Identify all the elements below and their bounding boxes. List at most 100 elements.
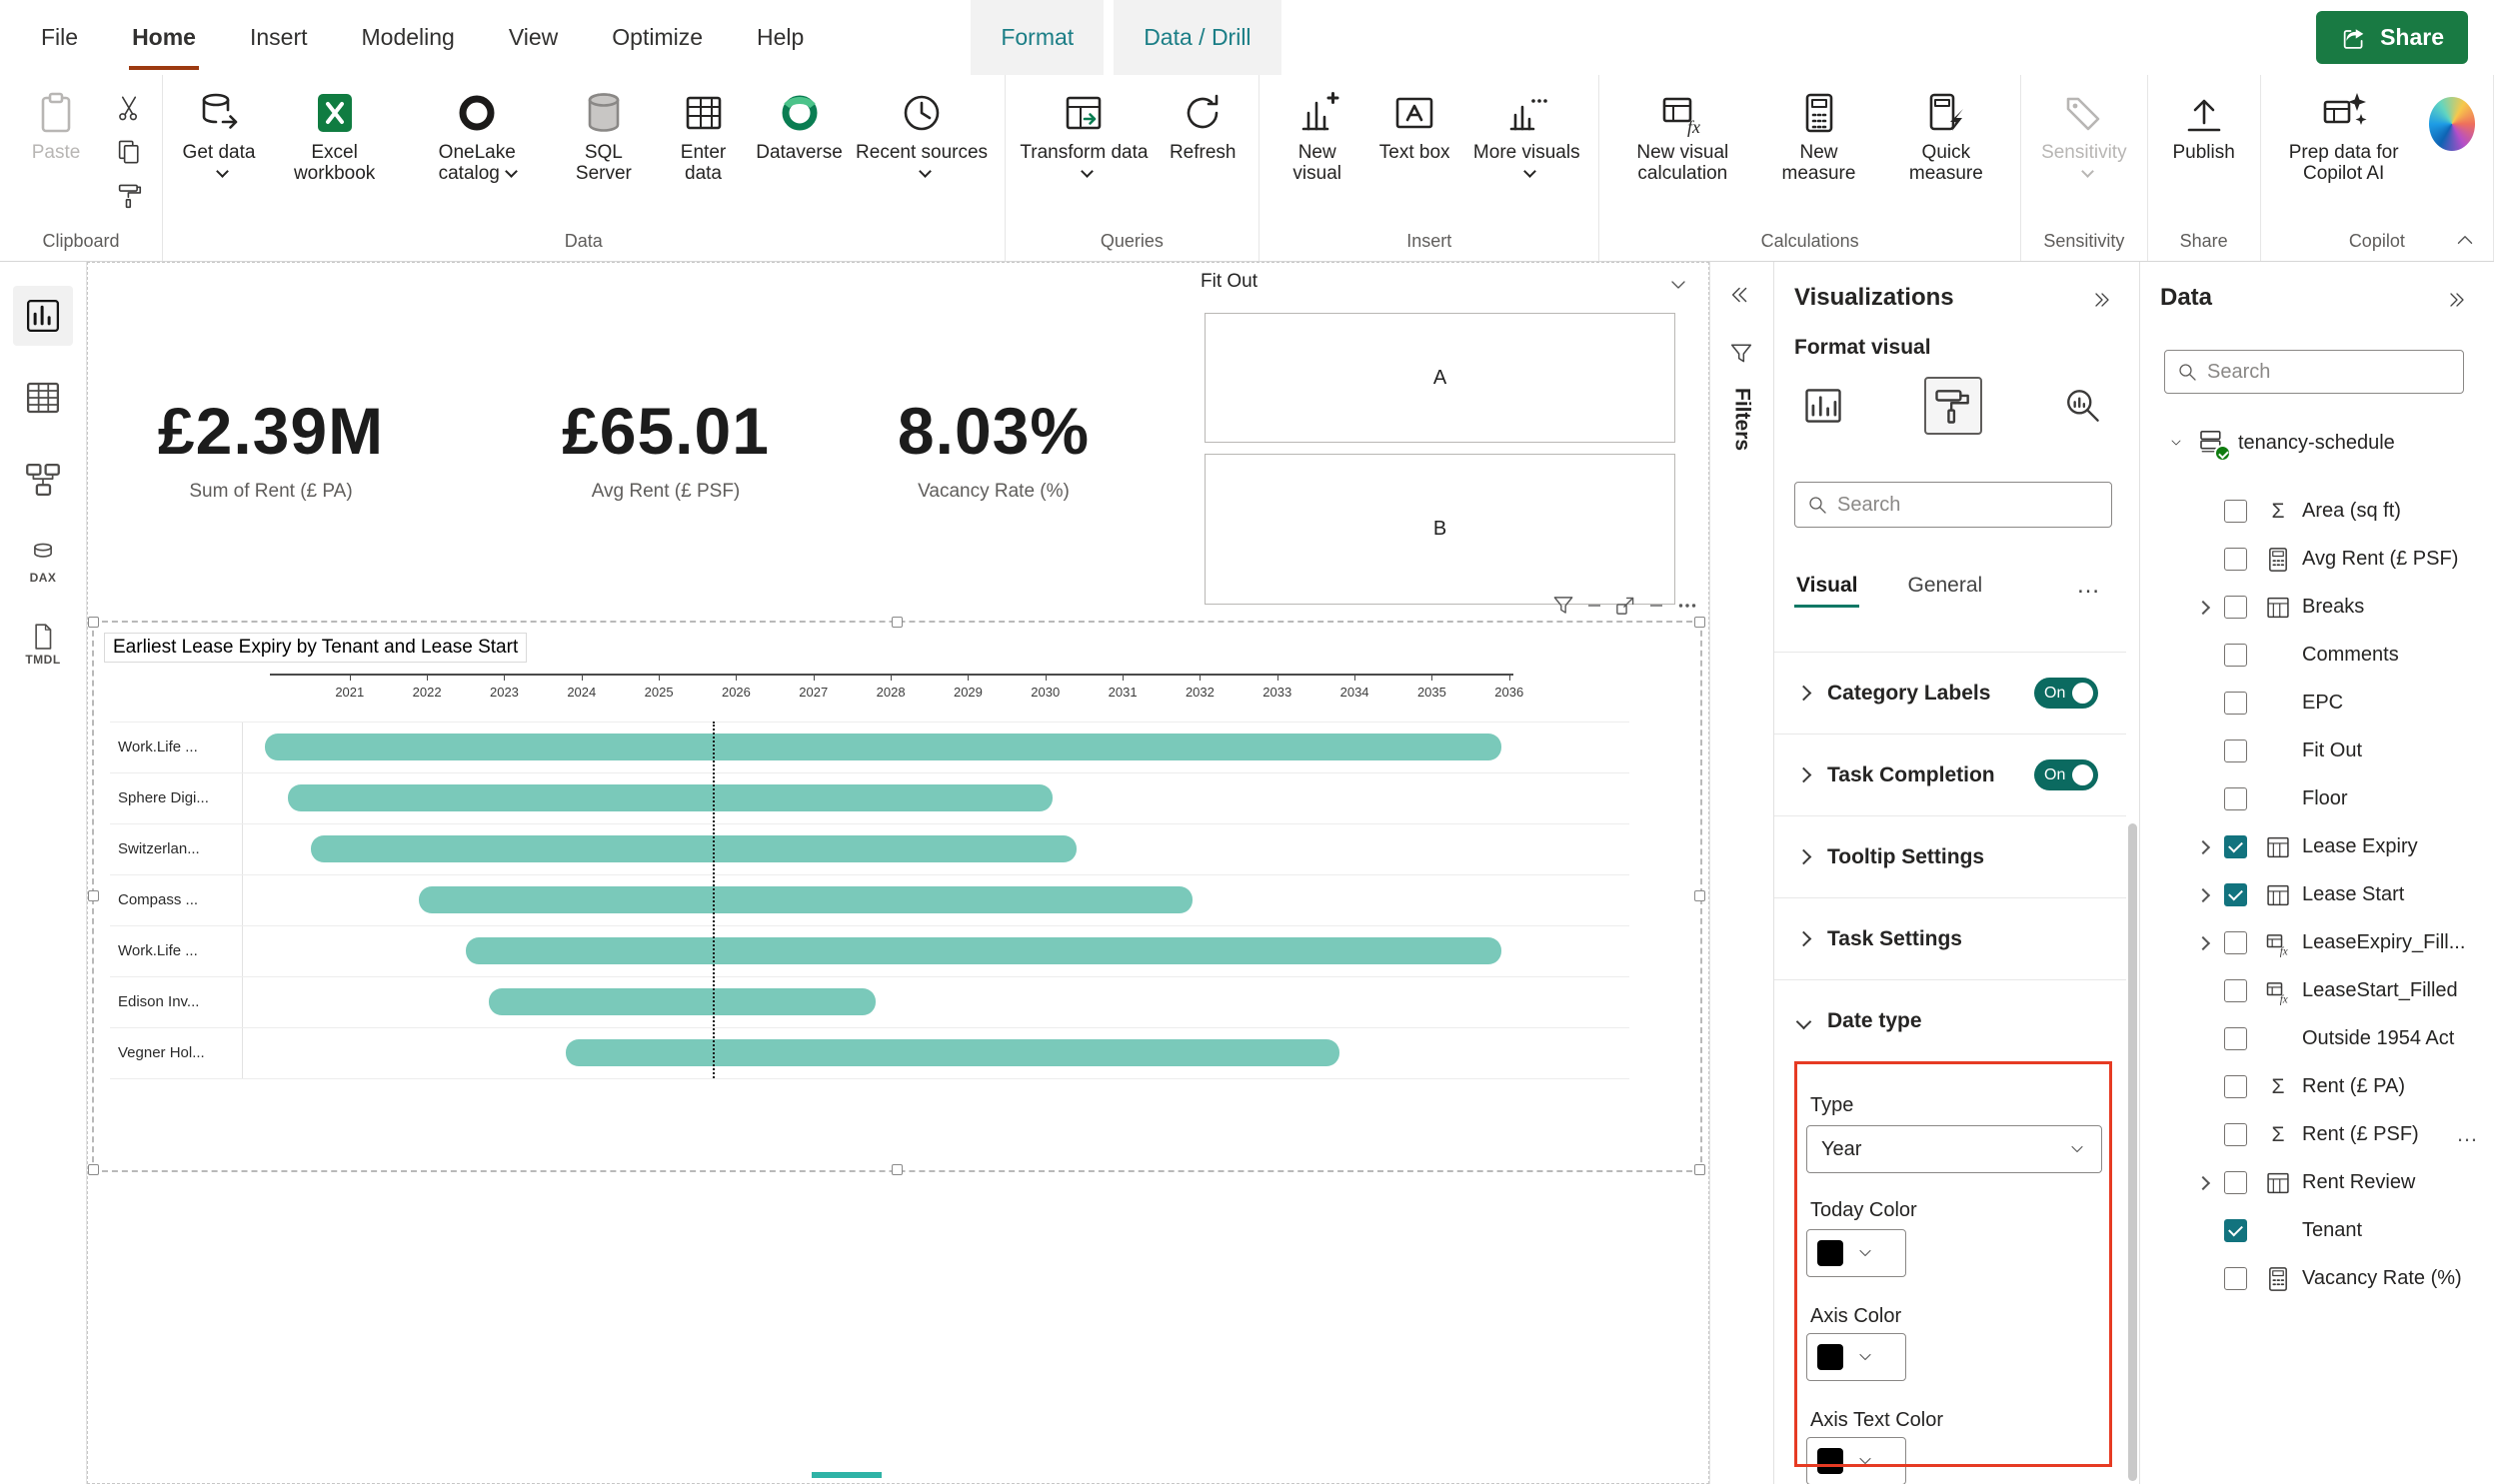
gantt-bar[interactable]	[566, 1039, 1338, 1066]
chevron-right-icon[interactable]	[2196, 888, 2210, 902]
chevron-right-icon[interactable]	[2196, 1176, 2210, 1190]
gantt-visual[interactable]: Earliest Lease Expiry by Tenant and Leas…	[92, 621, 1702, 1172]
field-checkbox[interactable]	[2224, 1219, 2247, 1242]
format-section-tooltip-settings[interactable]: Tooltip Settings	[1774, 816, 2126, 898]
field-row-vacancy-rate[interactable]: Vacancy Rate (%)	[2140, 1255, 2494, 1303]
resize-handle[interactable]	[1694, 617, 1705, 628]
date-type-dropdown[interactable]: Year	[1806, 1125, 2102, 1173]
collapse-ribbon-icon[interactable]	[2452, 227, 2478, 253]
axis-text-color-swatch[interactable]	[1806, 1437, 1906, 1484]
field-row-breaks[interactable]: Breaks	[2140, 584, 2494, 632]
gantt-bar[interactable]	[489, 988, 876, 1015]
toggle-category-labels[interactable]: On	[2034, 678, 2098, 709]
field-checkbox[interactable]	[2224, 740, 2247, 762]
new-visual-button[interactable]: New visual	[1267, 79, 1366, 189]
axis-color-swatch[interactable]	[1806, 1333, 1906, 1381]
toggle-task-completion[interactable]: On	[2034, 759, 2098, 790]
menu-tab-optimize[interactable]: Optimize	[585, 0, 730, 75]
focus-mode-icon[interactable]	[1612, 593, 1638, 619]
resize-handle[interactable]	[88, 1164, 99, 1175]
field-checkbox[interactable]	[2224, 979, 2247, 1002]
chevron-right-icon[interactable]	[2196, 840, 2210, 854]
format-section-date-type[interactable]: Date type	[1774, 980, 2126, 1062]
field-row-leaseexpiry-fill[interactable]: fxLeaseExpiry_Fill...	[2140, 919, 2494, 967]
format-section-task-completion[interactable]: Task CompletionOn	[1774, 735, 2126, 816]
fit-out-item-b[interactable]: B	[1205, 454, 1675, 605]
field-checkbox[interactable]	[2224, 787, 2247, 810]
format-search-box[interactable]	[1794, 482, 2112, 528]
quick-measure-button[interactable]: Quick measure	[1880, 79, 2012, 189]
view-tmdl-view[interactable]: TMDL	[13, 614, 73, 674]
view-dax-query-view[interactable]: DAX	[13, 532, 73, 592]
tab-general[interactable]: General	[1905, 570, 1984, 602]
chevron-down-icon[interactable]	[2168, 435, 2184, 451]
resize-handle[interactable]	[892, 617, 903, 628]
resize-handle[interactable]	[1694, 1164, 1705, 1175]
more-visuals-button[interactable]: More visuals	[1462, 79, 1590, 189]
resize-handle[interactable]	[892, 1164, 903, 1175]
page-indicator[interactable]	[812, 1472, 882, 1478]
table-tenancy-schedule[interactable]: tenancy-schedule	[2140, 420, 2494, 466]
kpi-card-sum-of-rent-pa[interactable]: £2.39MSum of Rent (£ PA)	[158, 393, 384, 503]
resize-handle[interactable]	[88, 617, 99, 628]
recent-sources-button[interactable]: Recent sources	[848, 79, 997, 189]
data-search-box[interactable]	[2164, 350, 2464, 394]
more-options-icon[interactable]: …	[2456, 1121, 2480, 1147]
field-row-fit-out[interactable]: Fit Out	[2140, 728, 2494, 775]
kpi-card-vacancy-rate[interactable]: 8.03%Vacancy Rate (%)	[898, 393, 1090, 503]
field-checkbox[interactable]	[2224, 692, 2247, 715]
field-row-floor[interactable]: Floor	[2140, 775, 2494, 823]
copy-button[interactable]	[108, 135, 150, 169]
menu-tab-modeling[interactable]: Modeling	[335, 0, 482, 75]
build-visual-icon[interactable]	[1794, 377, 1852, 435]
view-report-view[interactable]	[13, 286, 73, 346]
menu-tab-view[interactable]: View	[482, 0, 585, 75]
transform-data-button[interactable]: Transform data	[1014, 79, 1156, 189]
more-options-icon[interactable]	[1674, 593, 1700, 619]
menu-tab-help[interactable]: Help	[730, 0, 831, 75]
resize-handle[interactable]	[88, 890, 99, 901]
field-checkbox[interactable]	[2224, 1027, 2247, 1050]
field-checkbox[interactable]	[2224, 548, 2247, 571]
gantt-bar[interactable]	[288, 784, 1054, 811]
tab-visual[interactable]: Visual	[1794, 570, 1859, 602]
sensitivity-button[interactable]: Sensitivity	[2029, 79, 2139, 189]
field-row-outside-1954-act[interactable]: Outside 1954 Act	[2140, 1015, 2494, 1063]
field-row-epc[interactable]: EPC	[2140, 680, 2494, 728]
dataverse-button[interactable]: Dataverse	[752, 79, 848, 167]
format-section-task-settings[interactable]: Task Settings	[1774, 898, 2126, 980]
field-checkbox[interactable]	[2224, 883, 2247, 906]
field-row-comments[interactable]: Comments	[2140, 632, 2494, 680]
gantt-bar[interactable]	[311, 835, 1077, 862]
field-row-lease-expiry[interactable]: Lease Expiry	[2140, 823, 2494, 871]
field-checkbox[interactable]	[2224, 931, 2247, 954]
publish-button[interactable]: Publish	[2156, 79, 2252, 167]
field-row-rent-review[interactable]: Rent Review	[2140, 1159, 2494, 1207]
filters-pane-collapsed[interactable]: Filters	[1709, 262, 1773, 1484]
collapse-pane-icon[interactable]	[2446, 288, 2470, 312]
field-checkbox[interactable]	[2224, 644, 2247, 667]
format-search-input[interactable]	[1837, 494, 2101, 517]
data-search-input[interactable]	[2207, 361, 2453, 384]
gantt-bar[interactable]	[265, 734, 1501, 760]
onelake-catalog-button[interactable]: OneLake catalog	[402, 79, 552, 189]
gantt-bar[interactable]	[419, 886, 1192, 913]
gantt-bar[interactable]	[466, 937, 1501, 964]
view-table-view[interactable]	[13, 368, 73, 428]
field-row-avg-rent-psf[interactable]: Avg Rent (£ PSF)	[2140, 536, 2494, 584]
fit-out-visual[interactable]: Fit Out A B	[1173, 263, 1704, 621]
today-color-swatch[interactable]	[1806, 1229, 1906, 1277]
sql-server-button[interactable]: SQL Server	[552, 79, 655, 189]
field-checkbox[interactable]	[2224, 835, 2247, 858]
report-canvas[interactable]: £2.39MSum of Rent (£ PA)£65.01Avg Rent (…	[87, 262, 1709, 1484]
analytics-icon[interactable]	[2053, 377, 2111, 435]
contextual-tab-format[interactable]: Format	[971, 0, 1104, 75]
expand-pane-icon[interactable]	[1725, 282, 1751, 308]
new-measure-button[interactable]: New measure	[1757, 79, 1879, 189]
enter-data-button[interactable]: Enter data	[656, 79, 752, 189]
field-checkbox[interactable]	[2224, 1267, 2247, 1290]
field-checkbox[interactable]	[2224, 500, 2247, 523]
paste-button[interactable]: Paste	[8, 79, 104, 167]
field-checkbox[interactable]	[2224, 1171, 2247, 1194]
field-checkbox[interactable]	[2224, 1075, 2247, 1098]
